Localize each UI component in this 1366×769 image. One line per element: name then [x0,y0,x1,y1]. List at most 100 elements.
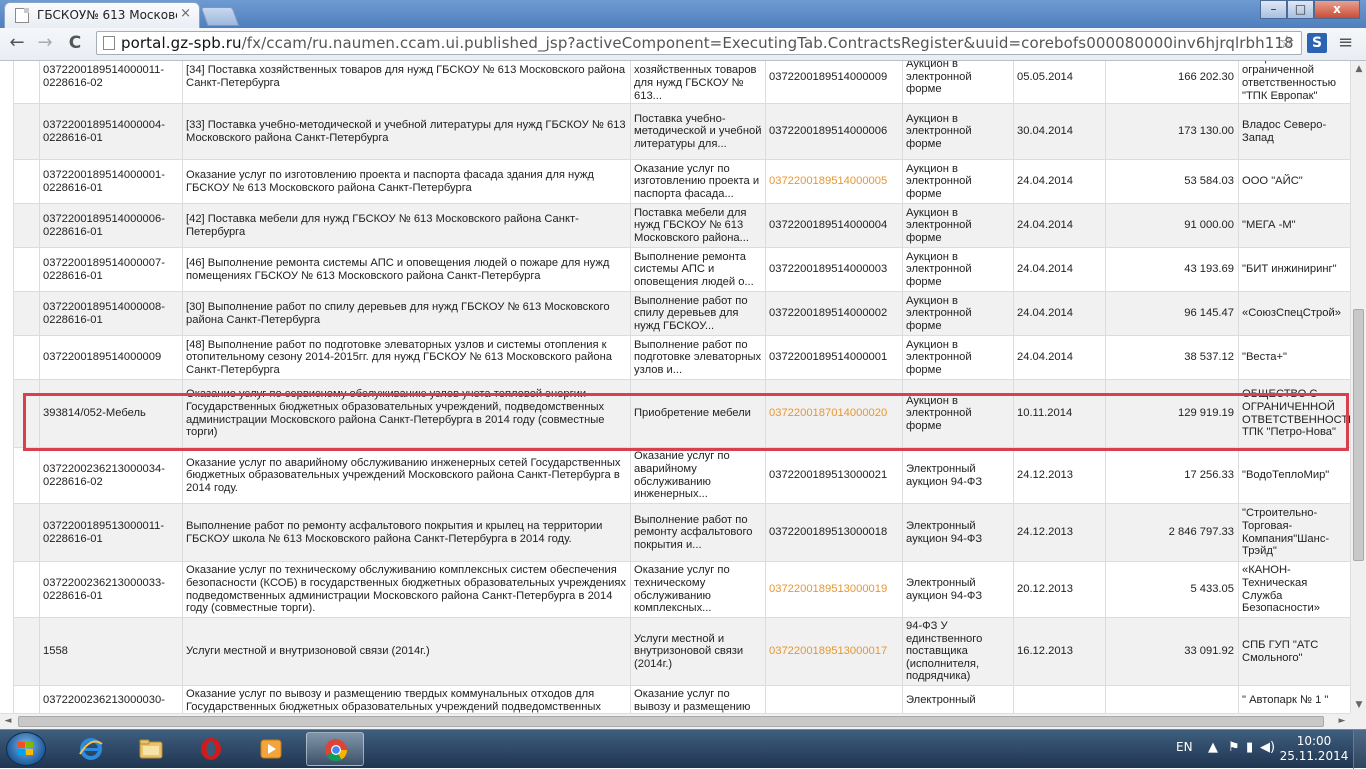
taskbar-file-explorer[interactable] [122,732,180,766]
chrome-icon [325,739,347,761]
table-row[interactable]: 0372200189514000009 [48] Выполнение работ… [13,336,1350,380]
forward-button[interactable]: → [34,32,56,54]
short-description: Поставка хозяйственных товаров для нужд … [634,61,757,102]
short-description: Оказание услуг по вывозу и размещению [634,687,751,713]
table-row[interactable]: 0372200189514000008-0228616-01 [30] Выпол… [13,292,1350,336]
notice-number[interactable]: 0372200187014000020 [769,407,887,420]
back-button[interactable]: ← [6,32,28,54]
menu-icon[interactable]: ≡ [1338,32,1353,53]
contract-subject-cell: [46] Выполнение ремонта системы АПС и оп… [182,248,630,291]
registry-number: 0372200189514000001-0228616-01 [43,168,165,194]
table-row[interactable]: 393814/052-Мебель Оказание услуг по серви… [13,380,1350,448]
procurement-method: Электронный аукцион 94-ФЗ [906,576,983,602]
scroll-left-arrow-icon[interactable]: ◄ [0,714,16,730]
notice-number[interactable]: 0372200189514000005 [769,175,887,188]
short-description-cell: Выполнение работ по спилу деревьев для н… [630,292,765,335]
tab-close-icon[interactable]: × [180,6,191,21]
tab-title: ГБСКОУ№ 613 Московск [37,8,177,22]
contract-amount: 173 130.00 [1178,125,1234,138]
vertical-scrollbar[interactable]: ▲ ▼ [1350,61,1366,713]
notice-number-cell[interactable]: 0372200189513000019 [765,562,902,617]
supplier-name: "Веста+" [1242,351,1287,364]
table-row[interactable]: 1558 Услуги местной и внутризоновой связи… [13,618,1350,686]
address-bar[interactable]: portal.gz-spb.ru/fx/ccam/ru.naumen.ccam.… [96,31,1302,55]
short-description: Выполнение работ по спилу деревьев для н… [634,294,748,332]
contract-subject: [46] Выполнение ремонта системы АПС и оп… [186,256,610,282]
table-row[interactable]: 0372200189514000011-0228616-02 [34] Поста… [13,61,1350,104]
short-description: Выполнение работ по подготовке элеваторн… [634,338,762,376]
procurement-method-cell: Аукцион в электронной форме [902,292,1013,335]
short-description-cell: Поставка мебели для нужд ГБСКОУ № 613 Мо… [630,204,765,247]
browser-tab[interactable]: ГБСКОУ№ 613 Московск × [4,2,200,28]
contract-subject-cell: Оказание услуг по вывозу и размещению тв… [182,686,630,713]
notice-number-cell[interactable]: 0372200189513000017 [765,618,902,685]
scroll-right-arrow-icon[interactable]: ► [1334,714,1350,730]
table-row[interactable]: 0372200189514000004-0228616-01 [33] Поста… [13,104,1350,160]
reload-button[interactable]: C [64,32,86,54]
table-row[interactable]: 0372200236213000034-0228616-02 Оказание у… [13,448,1350,504]
taskbar-chrome[interactable] [306,732,364,766]
short-description-cell: Оказание услуг по вывозу и размещению [630,686,765,713]
horizontal-scrollbar[interactable]: ◄ ► [0,713,1350,729]
contract-amount-cell: 173 130.00 [1105,104,1238,159]
action-center-flag-icon[interactable]: ⚑ [1228,740,1240,755]
contract-subject: Услуги местной и внутризоновой связи (20… [186,645,430,658]
opera-icon [201,738,221,760]
clock[interactable]: 10:00 25.11.2014 [1278,734,1350,764]
registry-number: 0372200189514000008-0228616-01 [43,300,165,326]
notice-number-cell[interactable]: 0372200187014000020 [765,380,902,447]
registry-number: 0372200189513000011-0228616-01 [43,519,165,545]
table-row[interactable]: 0372200236213000033-0228616-01 Оказание у… [13,562,1350,618]
url-path: /fx/ccam/ru.naumen.ccam.ui.published_jsp… [241,34,1294,52]
contract-date-cell [1013,686,1105,713]
contract-date: 20.12.2013 [1017,583,1073,596]
supplier-name-cell: ОБЩЕСТВО С ОГРАНИЧЕННОЙ ОТВЕТСТВЕННОСТЬЮ… [1238,380,1350,447]
table-row[interactable]: 0372200236213000030- Оказание услуг по вы… [13,686,1350,713]
table-row[interactable]: 0372200189514000007-0228616-01 [46] Выпол… [13,248,1350,292]
scroll-up-arrow-icon[interactable]: ▲ [1351,61,1366,77]
extension-icon[interactable]: S [1307,33,1327,53]
row-selector-cell [13,686,39,713]
table-row[interactable]: 0372200189514000006-0228616-01 [42] Поста… [13,204,1350,248]
contract-date: 24.04.2014 [1017,175,1073,188]
notice-number[interactable]: 0372200189513000019 [769,583,887,596]
bookmark-star-icon[interactable]: ☆ [1279,32,1295,53]
taskbar-media-player[interactable] [242,732,300,766]
vertical-scroll-thumb[interactable] [1353,309,1364,561]
taskbar-opera[interactable] [182,732,240,766]
supplier-name-cell: Владос Северо-Запад [1238,104,1350,159]
volume-icon[interactable]: ◀) [1260,740,1275,755]
notice-number-cell: 0372200189514000001 [765,336,902,379]
network-icon[interactable]: ▮ [1246,740,1253,755]
procurement-method-cell: Электронный аукцион 94-ФЗ [902,562,1013,617]
supplier-name-cell: "ВодоТеплоМир" [1238,448,1350,503]
new-tab-button[interactable] [200,7,240,26]
close-window-button[interactable]: x [1314,0,1360,19]
supplier-name-cell: " Автопарк № 1 " [1238,686,1350,713]
procurement-method: 94-ФЗ У единственного поставщика (исполн… [906,620,983,683]
table-row[interactable]: 0372200189514000001-0228616-01 Оказание у… [13,160,1350,204]
supplier-name-cell: "Веста+" [1238,336,1350,379]
maximize-button[interactable]: □ [1287,0,1314,19]
notice-number-cell[interactable]: 0372200189514000005 [765,160,902,203]
horizontal-scroll-thumb[interactable] [18,716,1324,727]
contract-subject-cell: [34] Поставка хозяйственных товаров для … [182,61,630,103]
supplier-name: СПБ ГУП "АТС Смольного" [1242,638,1319,664]
scroll-down-arrow-icon[interactable]: ▼ [1351,697,1366,713]
language-indicator[interactable]: EN [1176,740,1193,754]
minimize-button[interactable]: – [1260,0,1287,19]
show-desktop-button[interactable] [1353,730,1366,769]
short-description-cell: Выполнение ремонта системы АПС и оповеще… [630,248,765,291]
row-selector-cell [13,61,39,103]
notice-number[interactable]: 0372200189513000017 [769,645,887,658]
start-button[interactable] [6,732,46,766]
short-description-cell: Оказание услуг по изготовлению проекта и… [630,160,765,203]
contract-amount-cell: 96 145.47 [1105,292,1238,335]
supplier-name-cell: "Строительно-Торговая-Компания"Шанс-Трэй… [1238,504,1350,561]
taskbar-internet-explorer[interactable] [62,732,120,766]
notice-number-cell: 0372200189514000004 [765,204,902,247]
procurement-method: Аукцион в электронной форме [906,61,972,96]
contract-subject: [48] Выполнение работ по подготовке элев… [186,338,612,376]
tray-arrow-icon[interactable]: ▲ [1208,740,1218,755]
table-row[interactable]: 0372200189513000011-0228616-01 Выполнение… [13,504,1350,562]
